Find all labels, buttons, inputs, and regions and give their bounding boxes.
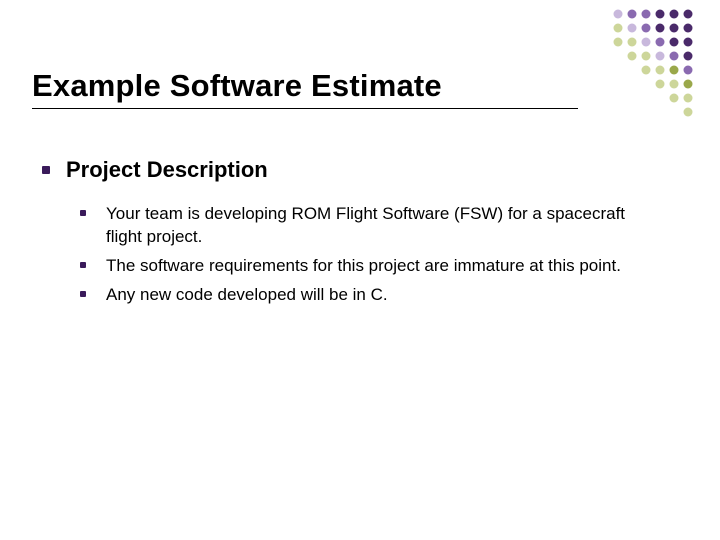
list-item-text: Any new code developed will be in C. [106,284,388,307]
square-bullet-icon [42,166,50,174]
slide: Example Software Estimate Project Descri… [0,0,720,540]
content: Project Description Your team is develop… [32,157,688,307]
list-item: The software requirements for this proje… [80,255,688,278]
sub-list: Your team is developing ROM Flight Softw… [42,203,688,307]
square-bullet-icon [80,291,86,297]
list-item: Any new code developed will be in C. [80,284,688,307]
square-bullet-icon [80,262,86,268]
section-heading-item: Project Description [42,157,688,183]
list-item: Your team is developing ROM Flight Softw… [80,203,688,249]
square-bullet-icon [80,210,86,216]
list-item-text: The software requirements for this proje… [106,255,621,278]
section-heading: Project Description [66,157,268,183]
title-wrap: Example Software Estimate [32,68,578,109]
list-item-text: Your team is developing ROM Flight Softw… [106,203,646,249]
corner-dots-decoration [584,8,704,128]
slide-title: Example Software Estimate [32,68,578,104]
